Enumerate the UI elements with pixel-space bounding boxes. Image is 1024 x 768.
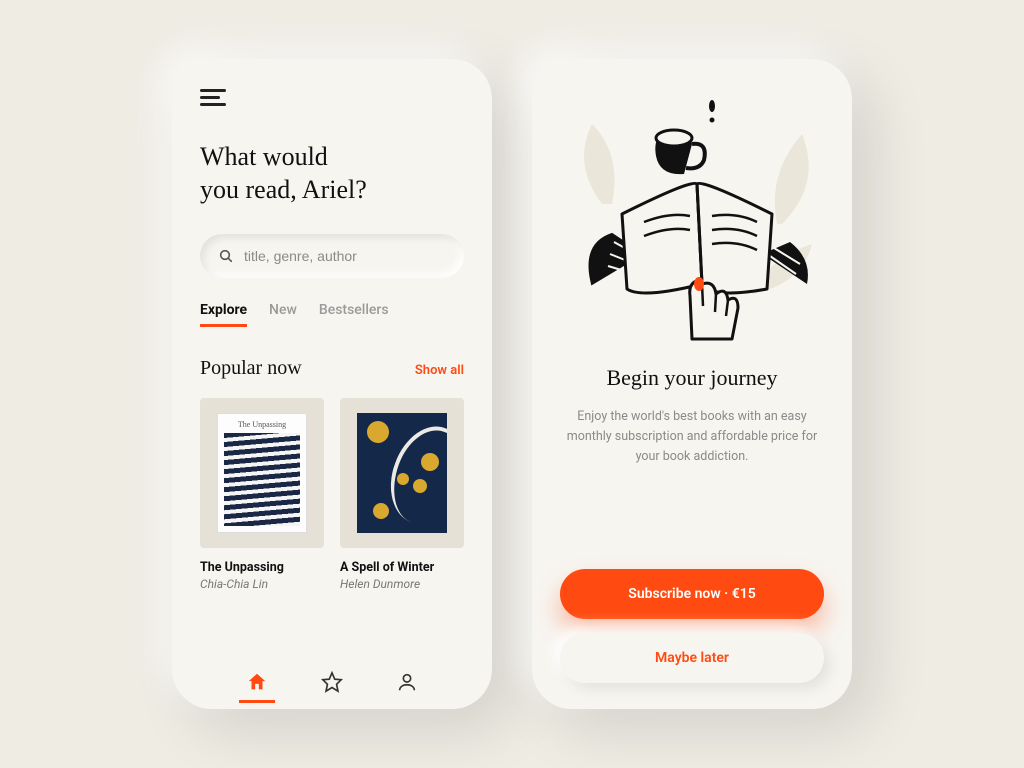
maybe-later-button[interactable]: Maybe later (560, 633, 824, 683)
show-all-link[interactable]: Show all (415, 363, 464, 378)
book-cover (340, 398, 464, 548)
menu-icon[interactable] (200, 89, 226, 107)
book-author: Chia-Chia Lin (200, 577, 324, 591)
user-icon (396, 671, 418, 693)
book-list: The Unpassing The Unpassing Chia-Chia Li… (200, 398, 464, 591)
subscribe-screen: Begin your journey Enjoy the world's bes… (532, 59, 852, 709)
home-icon (246, 671, 268, 693)
nav-favorites[interactable] (318, 671, 346, 693)
search-input[interactable] (244, 248, 446, 264)
book-cover: The Unpassing (200, 398, 324, 548)
book-title: A Spell of Winter (340, 560, 464, 575)
book-author: Helen Dunmore (340, 577, 464, 591)
tab-new[interactable]: New (269, 302, 297, 327)
nav-home[interactable] (243, 671, 271, 693)
page-title: What wouldyou read, Ariel? (200, 141, 464, 206)
tabs: Explore New Bestsellers (200, 302, 464, 327)
subscribe-button[interactable]: Subscribe now · €15 (560, 569, 824, 619)
book-card[interactable]: The Unpassing The Unpassing Chia-Chia Li… (200, 398, 324, 591)
journey-body: Enjoy the world's best books with an eas… (560, 407, 824, 467)
section-title: Popular now (200, 357, 302, 380)
search-icon (218, 248, 234, 264)
bottom-nav (200, 659, 464, 697)
star-icon (321, 671, 343, 693)
book-title: The Unpassing (200, 560, 324, 575)
journey-title: Begin your journey (560, 365, 824, 391)
book-card[interactable]: A Spell of Winter Helen Dunmore (340, 398, 464, 591)
explore-screen: What wouldyou read, Ariel? Explore New B… (172, 59, 492, 709)
tab-bestsellers[interactable]: Bestsellers (319, 302, 389, 327)
section-header: Popular now Show all (200, 357, 464, 380)
nav-profile[interactable] (393, 671, 421, 693)
tab-explore[interactable]: Explore (200, 302, 247, 327)
journey-illustration (532, 79, 852, 349)
search-field[interactable] (200, 234, 464, 278)
